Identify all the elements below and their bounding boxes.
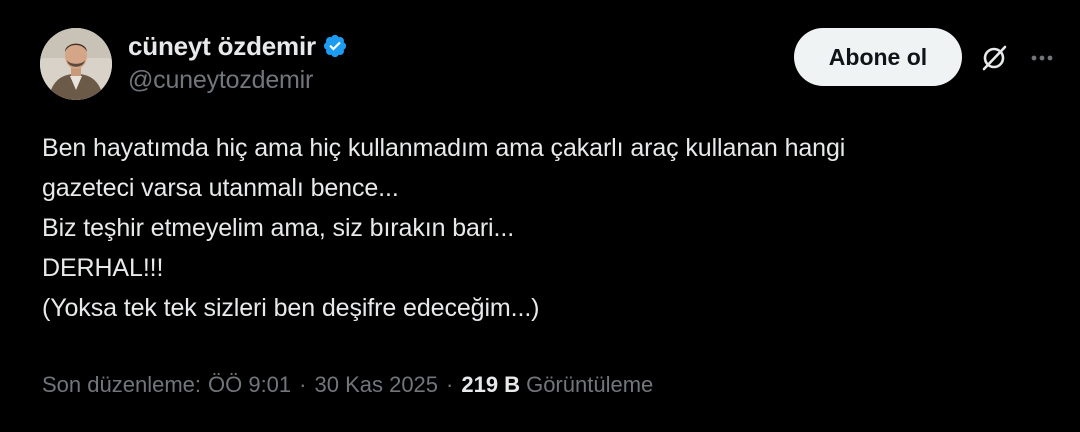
avatar-image [40,28,112,100]
more-button[interactable] [1024,40,1060,76]
tweet-text-line: gazeteci varsa utanmalı bence... [42,174,399,202]
tweet-card: cüneyt özdemir @cuneytozdemir Abone ol B… [0,0,1080,432]
handle[interactable]: @cuneytozdemir [128,66,348,95]
tweet-text-line: (Yoksa tek tek sizleri ben deşifre edece… [42,294,540,322]
author-block: cüneyt özdemir @cuneytozdemir [128,30,348,95]
edited-label[interactable]: Son düzenleme: [42,372,201,398]
views-count: 219 B [461,372,521,397]
follow-button[interactable]: Abone ol [794,28,962,86]
tweet-date[interactable]: 30 Kas 2025 [314,372,438,398]
verified-badge-icon[interactable] [322,33,348,59]
meta-separator: · [446,372,454,397]
tweet-text-line: DERHAL!!! [42,254,164,282]
tweet-text-line: Ben hayatımda hiç ama hiç kullanmadım am… [42,134,846,162]
tweet-time[interactable]: ÖÖ 9:01 [208,372,291,398]
views-label: Görüntüleme [526,372,654,397]
tweet-text: Ben hayatımda hiç ama hiç kullanmadım am… [42,128,1062,328]
avatar[interactable] [40,28,112,100]
grok-icon [982,45,1007,71]
tweet-text-line: Biz teşhir etmeyelim ama, siz bırakın ba… [42,214,515,242]
grok-button[interactable] [976,40,1012,76]
more-icon [1031,55,1053,61]
tweet-meta: Son düzenleme: ÖÖ 9:01 · 30 Kas 2025 · 2… [42,372,653,398]
meta-separator: · [299,372,307,397]
name-row: cüneyt özdemir [128,30,348,62]
display-name[interactable]: cüneyt özdemir [128,31,316,62]
